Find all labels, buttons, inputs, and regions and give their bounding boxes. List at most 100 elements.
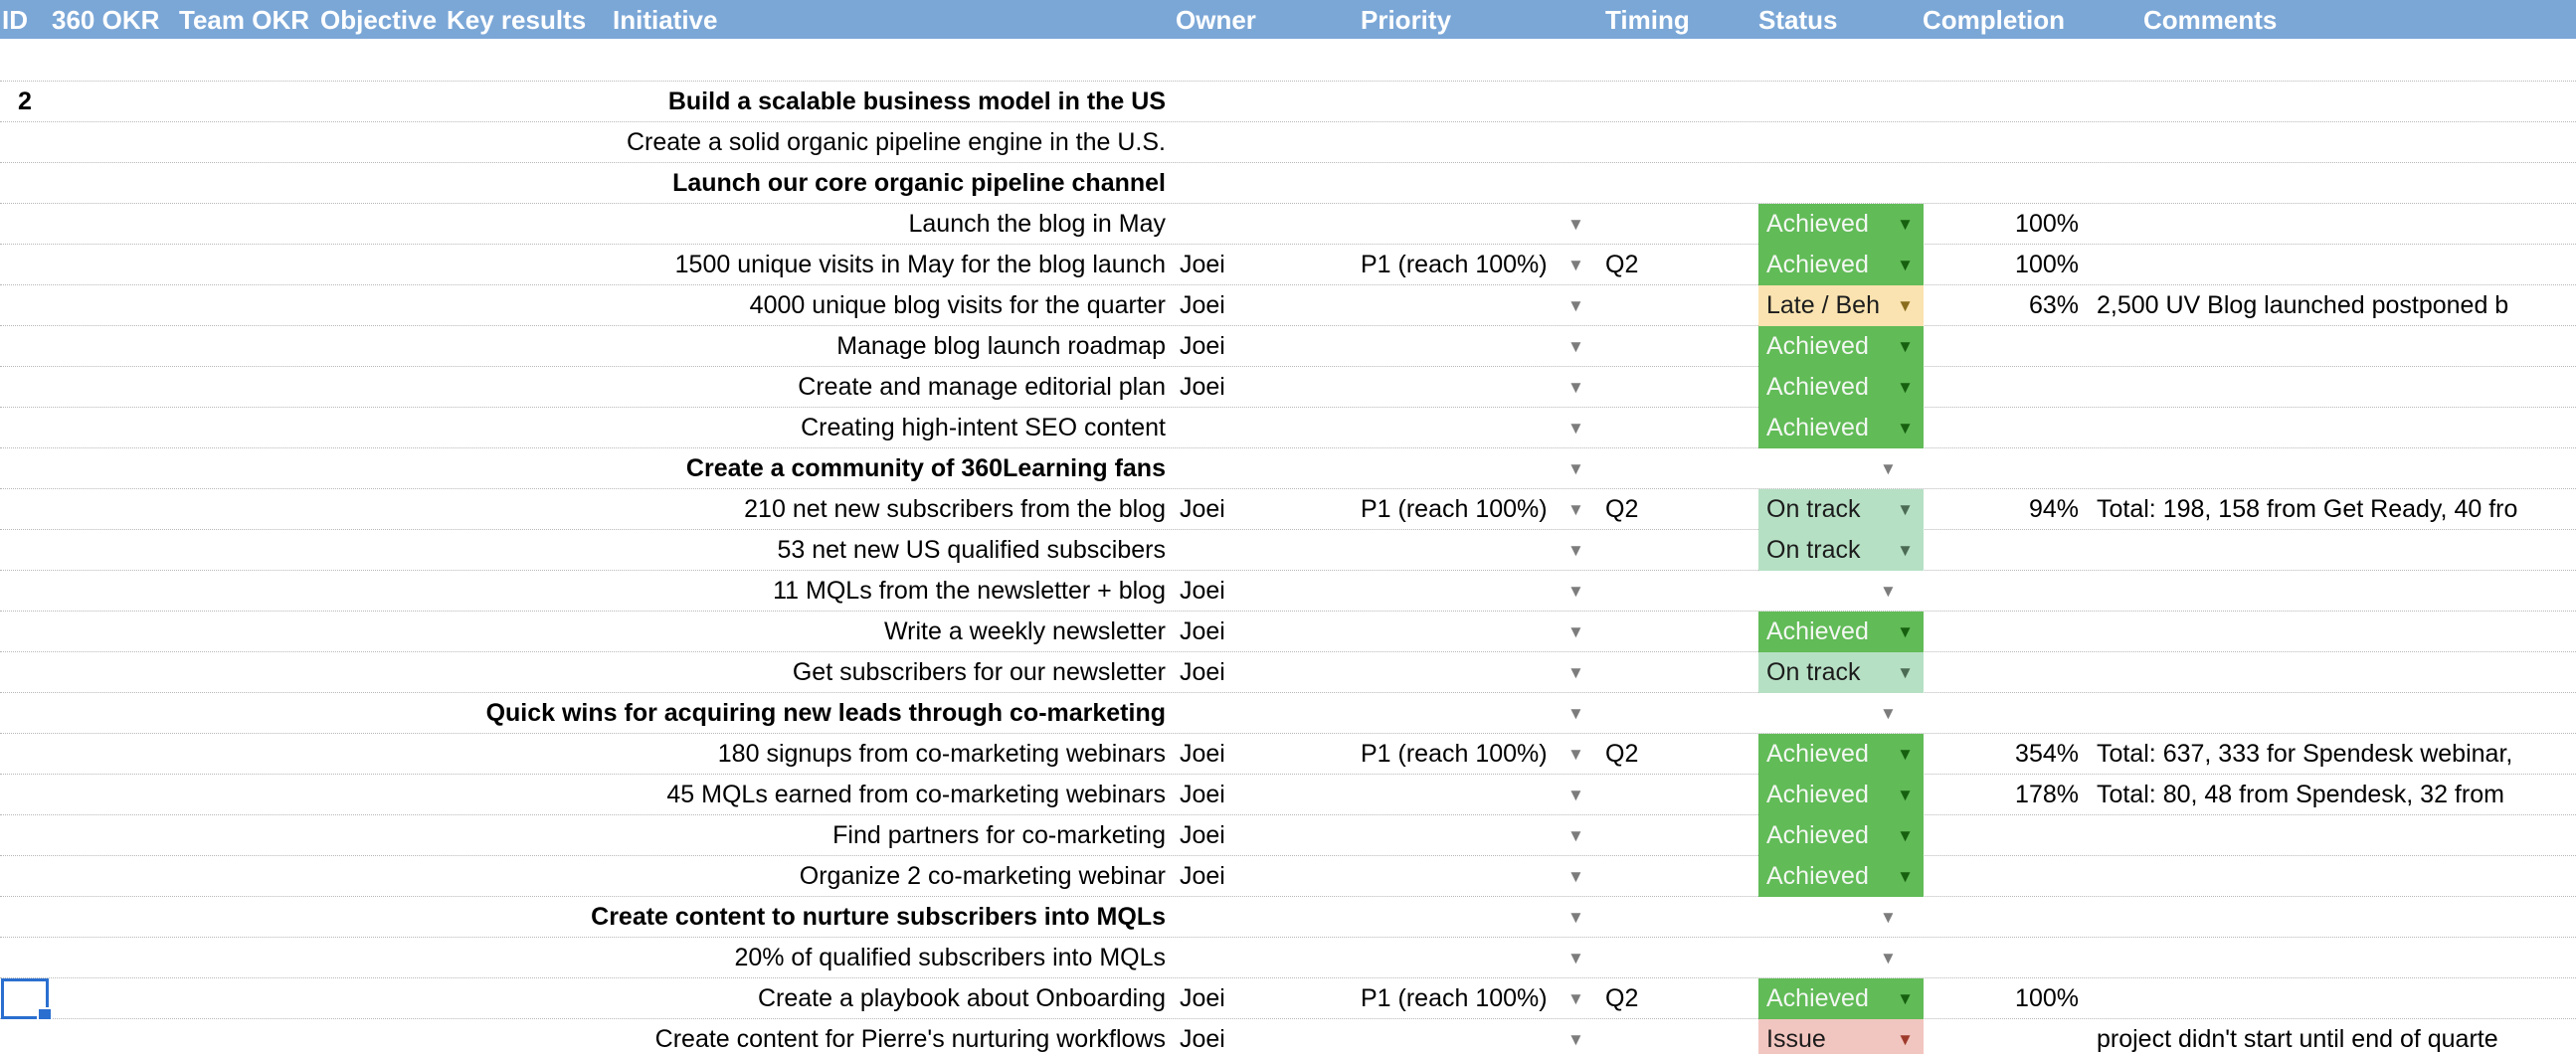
priority-dropdown-caret-icon[interactable]: ▼ [1567,938,1584,978]
status-dropdown-caret-icon[interactable]: ▼ [1897,285,1914,326]
status-dropdown-caret-icon[interactable]: ▼ [1897,326,1914,367]
cell-completion[interactable]: 63% [1920,285,2079,326]
table-row[interactable]: 1500 unique visits in May for the blog l… [0,245,2576,285]
table-row[interactable]: Create a community of 360Learning fans ▼ ▼ [0,448,2576,489]
table-row[interactable]: Create and manage editorial plan Joei ▼ Ach… [0,367,2576,408]
cell-comment[interactable]: Total: 637, 333 for Spendesk webinar, [2097,734,2576,775]
status-badge[interactable]: Issue ▼ [1758,1019,1924,1054]
column-header-priority[interactable]: Priority [1361,0,1451,41]
cell-initiative-text[interactable]: Create and manage editorial plan [613,367,1174,408]
status-badge[interactable]: Achieved ▼ [1758,204,1924,245]
column-header-status[interactable]: Status [1758,0,1837,41]
priority-dropdown-caret-icon[interactable]: ▼ [1567,612,1584,652]
priority-dropdown-caret-icon[interactable]: ▼ [1567,775,1584,815]
cell-owner[interactable]: Joei [1180,367,1299,408]
cell-id[interactable]: 2 [18,82,58,122]
status-badge[interactable]: Achieved ▼ [1758,978,1924,1019]
priority-dropdown-caret-icon[interactable]: ▼ [1567,897,1584,938]
priority-dropdown-caret-icon[interactable]: ▼ [1567,734,1584,775]
cell-objective-text[interactable]: Create content to nurture subscribers in… [320,897,1174,938]
column-header-owner[interactable]: Owner [1176,0,1256,41]
cell-timing[interactable]: Q2 [1605,734,1715,775]
cell-completion[interactable]: 94% [1920,489,2079,530]
priority-dropdown-caret-icon[interactable]: ▼ [1567,204,1584,245]
status-badge[interactable]: Achieved ▼ [1758,734,1924,775]
status-badge[interactable]: Late / Beh ▼ [1758,285,1924,326]
status-badge[interactable]: Achieved ▼ [1758,856,1924,897]
cell-completion[interactable]: 100% [1920,204,2079,245]
cell-timing[interactable]: Q2 [1605,489,1715,530]
empty-row[interactable] [0,41,2576,82]
priority-dropdown-caret-icon[interactable]: ▼ [1567,245,1584,285]
table-row[interactable]: Creating high-intent SEO content ▼ Achieve… [0,408,2576,448]
table-row[interactable]: Launch our core organic pipeline channel [0,163,2576,204]
priority-dropdown-caret-icon[interactable]: ▼ [1567,285,1584,326]
table-row[interactable]: Create a solid organic pipeline engine i… [0,122,2576,163]
status-dropdown-caret-icon[interactable]: ▼ [1880,693,1897,734]
cell-priority[interactable]: P1 (reach 100%) [1361,245,1589,285]
cell-completion[interactable]: 178% [1920,775,2079,815]
cell-initiative-text[interactable]: Write a weekly newsletter [613,612,1174,652]
status-badge[interactable]: On track ▼ [1758,652,1924,693]
cell-priority[interactable]: P1 (reach 100%) [1361,489,1589,530]
priority-dropdown-caret-icon[interactable]: ▼ [1567,1019,1584,1054]
column-header-comments[interactable]: Comments [2143,0,2277,41]
status-badge[interactable]: Achieved ▼ [1758,367,1924,408]
status-dropdown-caret-icon[interactable]: ▼ [1897,775,1914,815]
column-header-team-okr[interactable]: Team OKR [179,0,309,41]
column-header-initiative[interactable]: Initiative [613,0,717,41]
status-dropdown-caret-icon[interactable]: ▼ [1897,652,1914,693]
table-row[interactable]: 11 MQLs from the newsletter + blog Joei ▼ ▼ [0,571,2576,612]
cell-comment[interactable]: project didn't start until end of quarte [2097,1019,2576,1054]
cell-keyresult-text[interactable]: 45 MQLs earned from co-marketing webinar… [447,775,1174,815]
cell-initiative-text[interactable]: Find partners for co-marketing [613,815,1174,856]
status-dropdown-caret-icon[interactable]: ▼ [1897,1019,1914,1054]
cell-owner[interactable]: Joei [1180,1019,1299,1054]
priority-dropdown-caret-icon[interactable]: ▼ [1567,815,1584,856]
cell-keyresult-text[interactable]: 180 signups from co-marketing webinars [447,734,1174,775]
cell-keyresult-text[interactable]: 11 MQLs from the newsletter + blog [447,571,1174,612]
status-dropdown-caret-icon[interactable]: ▼ [1880,448,1897,489]
priority-dropdown-caret-icon[interactable]: ▼ [1567,571,1584,612]
column-header-objective[interactable]: Objective [320,0,437,41]
cell-initiative-text[interactable]: Create a playbook about Onboarding [613,978,1174,1019]
priority-dropdown-caret-icon[interactable]: ▼ [1567,978,1584,1019]
table-row[interactable]: 4000 unique blog visits for the quarter J… [0,285,2576,326]
cell-keyresult-text[interactable]: 210 net new subscribers from the blog [447,489,1174,530]
priority-dropdown-caret-icon[interactable]: ▼ [1567,489,1584,530]
status-badge[interactable]: On track ▼ [1758,530,1924,571]
status-dropdown-caret-icon[interactable]: ▼ [1897,530,1914,571]
status-dropdown-caret-icon[interactable]: ▼ [1897,245,1914,285]
status-dropdown-caret-icon[interactable]: ▼ [1897,612,1914,652]
table-row[interactable]: 2 Build a scalable business model in the … [0,82,2576,122]
status-dropdown-caret-icon[interactable]: ▼ [1897,204,1914,245]
cell-owner[interactable]: Joei [1180,815,1299,856]
cell-objective-text[interactable]: Launch our core organic pipeline channel [320,163,1174,204]
cell-owner[interactable]: Joei [1180,245,1299,285]
status-badge[interactable]: Achieved ▼ [1758,815,1924,856]
cell-keyresult-text[interactable]: 4000 unique blog visits for the quarter [447,285,1174,326]
status-badge[interactable]: Achieved ▼ [1758,245,1924,285]
priority-dropdown-caret-icon[interactable]: ▼ [1567,367,1584,408]
column-header-id[interactable]: ID [2,0,28,41]
column-header-360-okr[interactable]: 360 OKR [52,0,159,41]
status-badge[interactable]: Achieved ▼ [1758,326,1924,367]
cell-objective-text[interactable]: Create a solid organic pipeline engine i… [179,122,1174,163]
status-badge[interactable]: Achieved ▼ [1758,408,1924,448]
cell-owner[interactable]: Joei [1180,978,1299,1019]
cell-initiative-text[interactable]: Creating high-intent SEO content [613,408,1174,448]
cell-owner[interactable]: Joei [1180,612,1299,652]
table-row[interactable]: Create a playbook about Onboarding Joei P1… [0,978,2576,1023]
priority-dropdown-caret-icon[interactable]: ▼ [1567,693,1584,734]
priority-dropdown-caret-icon[interactable]: ▼ [1567,326,1584,367]
cell-owner[interactable]: Joei [1180,734,1299,775]
priority-dropdown-caret-icon[interactable]: ▼ [1567,448,1584,489]
cell-comment[interactable]: Total: 80, 48 from Spendesk, 32 from [2097,775,2576,815]
cell-priority[interactable]: P1 (reach 100%) [1361,734,1589,775]
cell-initiative-text[interactable]: Get subscribers for our newsletter [613,652,1174,693]
cell-priority[interactable]: P1 (reach 100%) [1361,978,1589,1019]
table-row[interactable]: 53 net new US qualified subscibers ▼ On tr… [0,530,2576,571]
status-dropdown-caret-icon[interactable]: ▼ [1897,367,1914,408]
table-row[interactable]: 20% of qualified subscribers into MQLs ▼ ▼ [0,938,2576,978]
cell-initiative-text[interactable]: Manage blog launch roadmap [613,326,1174,367]
